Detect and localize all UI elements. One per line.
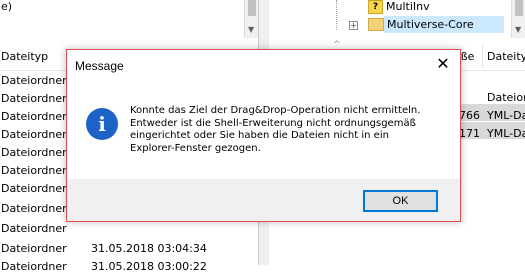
column-header-type[interactable]: Dateity — [487, 50, 525, 63]
dialog-footer: OK — [67, 179, 460, 221]
file-size[interactable]: 766 — [459, 109, 480, 122]
message-dialog: Message ✕ i Konnte das Ziel der Drag&Dro… — [66, 49, 461, 222]
scroll-down-arrow-icon[interactable]: ▼ — [515, 25, 521, 34]
file-type[interactable]: Dateior — [487, 91, 525, 104]
list-item[interactable]: Dateiordner — [1, 146, 67, 159]
list-item[interactable]: Dateiordner 31.05.2018 03:00:22 — [1, 260, 207, 273]
dialog-message: Konnte das Ziel der Drag&Drop-Operation … — [130, 105, 450, 155]
tree-connector-line — [336, 0, 338, 30]
ok-button[interactable]: OK — [363, 190, 438, 212]
file-type: Dateiordner — [1, 110, 67, 123]
message-line: Konnte das Ziel der Drag&Drop-Operation … — [130, 105, 421, 116]
file-type: Dateiordner — [1, 92, 67, 105]
tree-item-multiverse-core[interactable]: Multiverse-Core — [387, 18, 474, 31]
list-item[interactable]: Dateiordner — [1, 92, 67, 105]
message-line: Explorer-Fenster gezogen. — [130, 142, 261, 154]
file-date: 31.05.2018 03:00:22 — [91, 260, 207, 273]
list-item[interactable]: Dateiordner — [1, 128, 67, 141]
list-item[interactable]: Dateiordner 31.05.2018 03:04:34 — [1, 242, 207, 255]
file-date: 31.05.2018 03:04:34 — [91, 242, 207, 255]
file-type[interactable]: YML-Da — [487, 127, 525, 140]
list-item[interactable]: Dateiordner — [1, 110, 67, 123]
message-line: Entweder ist die Shell-Erweiterung nicht… — [130, 117, 416, 129]
info-icon: i — [86, 108, 118, 140]
left-scrollbar-thumb[interactable] — [248, 0, 256, 16]
close-icon[interactable]: ✕ — [434, 55, 452, 73]
file-type: Dateiordner — [1, 260, 67, 273]
file-type: Dateiordner — [1, 202, 67, 215]
list-item[interactable]: Dateiordner — [1, 164, 67, 177]
file-type: Dateiordner — [1, 242, 67, 255]
list-item[interactable]: Dateiordner — [1, 74, 67, 87]
column-header-dateityp[interactable]: Dateityp — [1, 50, 48, 63]
file-size[interactable]: 171 — [459, 127, 480, 140]
folder-icon — [368, 18, 384, 31]
file-type: Dateiordner — [1, 128, 67, 141]
dialog-body: i Konnte das Ziel der Drag&Drop-Operatio… — [67, 83, 460, 179]
unknown-file-icon: ? — [368, 0, 383, 14]
right-scrollbar-thumb[interactable] — [515, 0, 523, 16]
list-item[interactable]: Dateiordner — [1, 222, 67, 235]
file-type: Dateiordner — [1, 222, 67, 235]
list-item[interactable]: Dateiordner — [1, 202, 67, 215]
left-scrollbar[interactable]: ▼ — [244, 0, 259, 38]
column-separator[interactable] — [482, 44, 483, 68]
file-type: Dateiordner — [1, 74, 67, 87]
left-pane-top-text: e) — [1, 0, 13, 13]
dialog-title: Message — [75, 59, 124, 73]
expand-node-icon[interactable]: + — [349, 21, 358, 30]
file-type: Dateiordner — [1, 182, 67, 195]
file-type: Dateiordner — [1, 164, 67, 177]
message-line: eingerichtet oder Sie haben die Dateien … — [130, 130, 389, 141]
file-type: Dateiordner — [1, 146, 67, 159]
scroll-down-arrow-icon[interactable]: ▼ — [248, 25, 254, 34]
tree-item-multiinv[interactable]: MultiInv — [386, 0, 430, 13]
right-scrollbar[interactable]: ▼ — [511, 0, 525, 38]
file-type[interactable]: YML-Da — [487, 109, 525, 122]
list-item[interactable]: Dateiordner — [1, 182, 67, 195]
